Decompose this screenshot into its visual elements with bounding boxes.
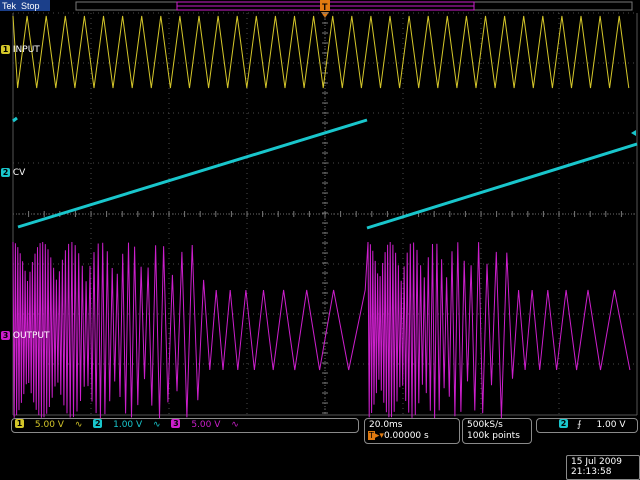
svg-text:T: T — [322, 2, 328, 12]
ch1-bandwidth-icon: ∿ — [74, 420, 83, 430]
ch3-badge: 3 — [1, 331, 10, 340]
timebase-readout[interactable]: 20.0ms T▸▾0.00000 s — [364, 418, 460, 444]
ch1-label-text: INPUT — [12, 45, 40, 55]
trigger-position-readout[interactable]: T▸▾0.00000 s — [368, 430, 429, 442]
trigger-level[interactable]: 1.00 V — [596, 420, 625, 430]
ch1-label[interactable]: 1 INPUT — [1, 45, 40, 55]
ch3-bandwidth-icon: ∿ — [231, 420, 239, 430]
trigger-source-badge: 2 — [559, 419, 568, 428]
arrow-right-icon: ▸▾ — [374, 431, 384, 441]
ch3-label[interactable]: 3 OUTPUT — [1, 331, 50, 341]
ch3-label-text: OUTPUT — [12, 331, 50, 341]
ch2-badge: 2 — [1, 168, 10, 177]
ch2-scale[interactable]: 1.00 V — [113, 420, 142, 430]
trigger-position-value: 0.00000 s — [383, 431, 429, 441]
ch3-scale-badge: 3 — [171, 419, 181, 428]
acquisition-readout[interactable]: 500kS/s 100k points — [462, 418, 532, 444]
ch2-scale-badge: 2 — [93, 419, 103, 428]
ch3-scale[interactable]: 5.00 V — [191, 420, 220, 430]
rising-edge-icon: ⨍ — [576, 420, 582, 430]
datetime-readout: 15 Jul 2009 21:13:58 — [566, 455, 640, 480]
oscilloscope-display: Tek Stop T — [0, 0, 640, 480]
run-state[interactable]: Stop — [21, 1, 40, 11]
brand-text: Tek — [2, 1, 17, 11]
ch2-bandwidth-icon: ∿ — [153, 420, 161, 430]
ch2-label-text: CV — [12, 168, 26, 178]
ch1-badge: 1 — [1, 45, 10, 54]
time: 21:13:58 — [571, 467, 612, 477]
trigger-position-icon: T — [368, 431, 375, 440]
ch1-scale[interactable]: 5.00 V — [35, 420, 64, 430]
channel-scale-readout[interactable]: 1 5.00 V ∿ 2 1.00 V ∿ 3 5.00 V ∿ — [11, 418, 359, 433]
ch1-scale-badge: 1 — [15, 419, 24, 428]
trigger-readout[interactable]: 2 ⨍ 1.00 V — [536, 418, 638, 433]
record-length: 100k points — [467, 431, 520, 441]
ch2-label[interactable]: 2 CV — [1, 168, 25, 178]
